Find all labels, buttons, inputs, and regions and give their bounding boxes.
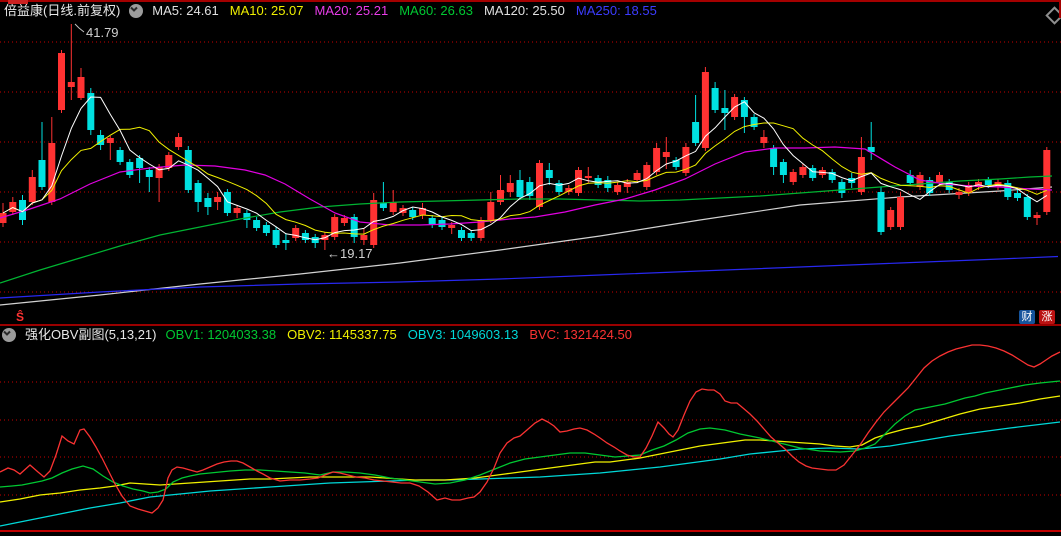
indicator-value-label: OBV3: 1049603.13 xyxy=(407,327,519,342)
ma-value-label: MA60: 26.63 xyxy=(399,3,473,18)
finance-badge[interactable]: 财 xyxy=(1019,310,1035,324)
top-border-line xyxy=(0,0,1061,2)
panel-separator-line[interactable] xyxy=(0,324,1061,326)
top-left-border-tick xyxy=(8,0,28,4)
high-price-annotation: 41.79 xyxy=(86,25,119,40)
indicator-value-label: OBV1: 1204033.38 xyxy=(165,327,277,342)
ma-value-label: MA10: 25.07 xyxy=(229,3,304,18)
chevron-down-icon[interactable] xyxy=(129,4,144,18)
candlestick-chart[interactable]: 41.79 ←19.17 Ŝ xyxy=(0,20,1061,324)
obv-indicator-chart[interactable] xyxy=(0,343,1061,536)
chevron-down-icon-sub[interactable] xyxy=(2,328,16,342)
indicator-value-label: OBV2: 1145337.75 xyxy=(287,327,397,342)
ma-values-row: MA5: 24.61 MA10: 25.07 MA20: 25.21 MA60: 26… xyxy=(152,3,657,19)
main-chart-header: 倍益康(日线.前复权) MA5: 24.61 MA10: 25.07 MA20: 2… xyxy=(4,3,657,19)
rise-badge[interactable]: 涨 xyxy=(1039,310,1055,324)
indicator-title: 强化OBV副图(5,13,21) xyxy=(25,327,157,342)
ma-value-label: MA20: 25.21 xyxy=(314,3,389,18)
ma-value-label: MA5: 24.61 xyxy=(152,3,219,18)
ma-value-label: MA120: 25.50 xyxy=(483,3,565,18)
low-price-annotation: ←19.17 xyxy=(327,246,373,261)
sub-chart-header: 强化OBV副图(5,13,21) OBV1: 1204033.38 OBV2: 1… xyxy=(2,327,632,343)
indicator-value-label: BVC: 1321424.50 xyxy=(529,327,632,342)
stock-chart-window: 倍益康(日线.前复权) MA5: 24.61 MA10: 25.07 MA20: 2… xyxy=(0,0,1061,536)
sell-signal-marker: Ŝ xyxy=(16,309,24,324)
obv-values-row: OBV1: 1204033.38 OBV2: 1145337.75 OBV3: 10… xyxy=(166,327,632,343)
chart-title: 倍益康(日线.前复权) xyxy=(4,3,121,18)
ma-value-label: MA250: 18.55 xyxy=(575,3,657,18)
